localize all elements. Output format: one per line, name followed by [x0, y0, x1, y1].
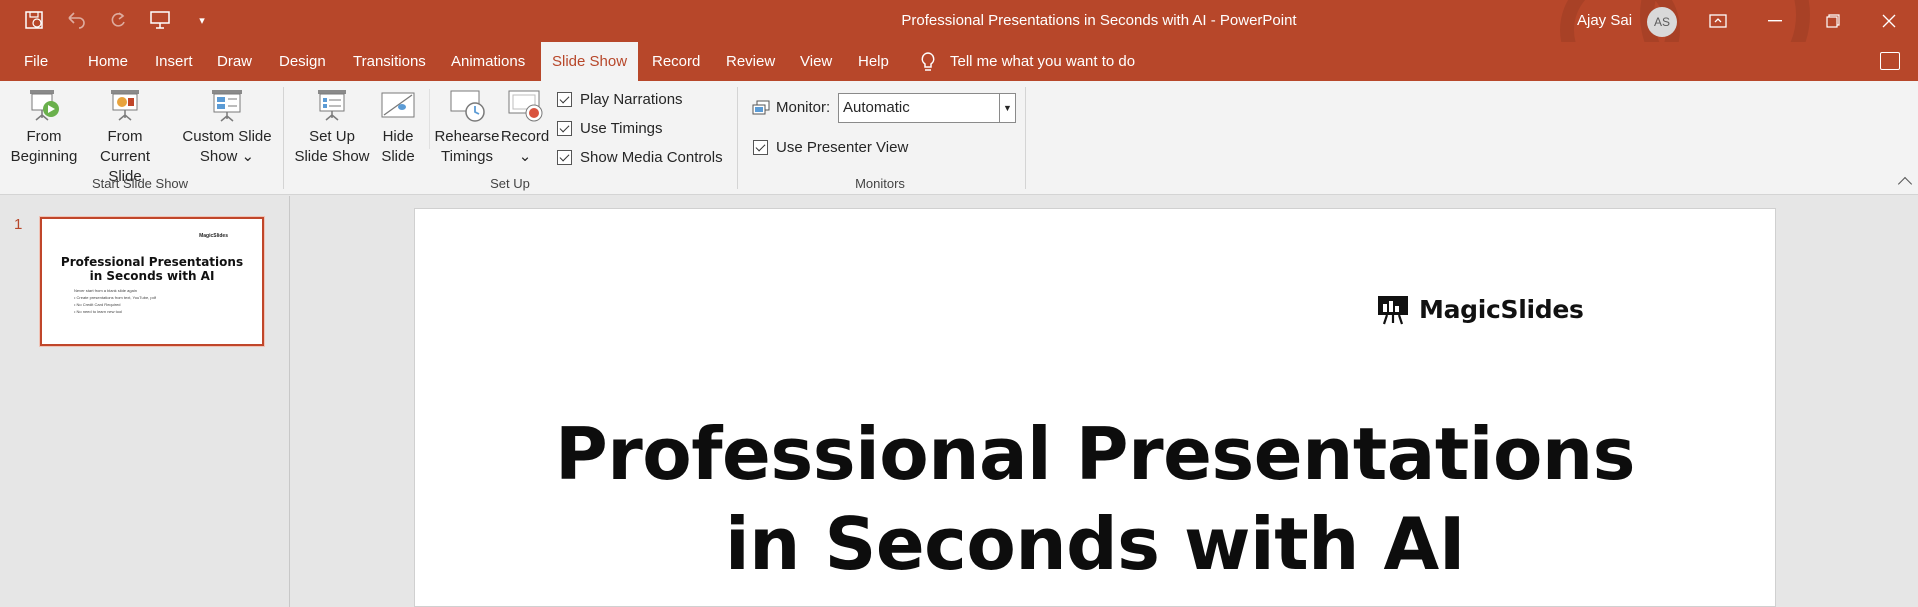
tell-me-search[interactable]: Tell me what you want to do — [920, 42, 1135, 81]
set-up-slide-show-icon — [314, 87, 350, 123]
group-separator — [283, 87, 284, 189]
custom-show-label-2: Show ⌄ — [199, 148, 255, 165]
close-icon[interactable] — [1866, 0, 1912, 42]
rehearse-timings-icon — [449, 87, 485, 123]
set-up-slide-show-button[interactable]: Set Up Slide Show — [292, 87, 372, 167]
slide-thumbnails-pane: 1 MagicSlides Professional Presentations… — [0, 196, 290, 607]
tab-record[interactable]: Record — [641, 42, 711, 81]
comments-icon[interactable] — [1880, 52, 1900, 70]
from-current-label-1: From — [107, 128, 143, 145]
monitor-value: Automatic — [843, 99, 910, 116]
thumbnail-title-line: in Seconds with AI — [89, 269, 215, 283]
use-timings-checkbox[interactable]: Use Timings — [557, 120, 663, 137]
from-beginning-button[interactable]: From Beginning — [8, 87, 80, 167]
tab-draw[interactable]: Draw — [206, 42, 263, 81]
slide-thumbnail[interactable]: MagicSlides Professional Presentations i… — [40, 217, 264, 346]
from-beginning-label-2: Beginning — [10, 148, 78, 165]
custom-show-label-1: Custom Slide — [182, 128, 272, 145]
magicslides-logo: MagicSlides — [1377, 293, 1584, 325]
slide-canvas[interactable]: MagicSlides Professional Presentations i… — [414, 208, 1776, 607]
checkbox-checked[interactable] — [557, 92, 572, 107]
setup-label-1: Set Up — [309, 128, 355, 145]
tab-help[interactable]: Help — [847, 42, 900, 81]
user-name[interactable]: Ajay Sai — [1577, 12, 1632, 29]
lightbulb-icon — [921, 51, 935, 71]
inner-separator — [429, 89, 430, 149]
record-label-2: ⌄ — [518, 148, 532, 165]
minimize-icon[interactable] — [1752, 0, 1798, 42]
thumbnail-bullet: • Create presentations from text, YouTub… — [74, 295, 156, 300]
group-separator — [737, 87, 738, 189]
rehearse-label-2: Timings — [441, 148, 493, 165]
chevron-down-icon[interactable]: ▼ — [999, 94, 1015, 122]
thumbnail-logo: MagicSlides — [199, 233, 228, 239]
rehearse-label-1: Rehearse — [434, 128, 500, 145]
slide-title-line-2: in Seconds with AI — [724, 502, 1466, 586]
use-timings-label: Use Timings — [580, 120, 663, 137]
tab-design[interactable]: Design — [268, 42, 337, 81]
presenter-view-label: Use Presenter View — [776, 139, 909, 156]
custom-slide-show-button[interactable]: Custom Slide Show ⌄ — [180, 87, 274, 167]
slide-number: 1 — [14, 216, 23, 233]
custom-slide-show-icon — [209, 87, 245, 123]
magicslides-logo-icon — [1377, 293, 1409, 325]
setup-label-2: Slide Show — [294, 148, 370, 165]
ribbon-display-options-icon[interactable] — [1695, 0, 1741, 42]
tab-animations[interactable]: Animations — [440, 42, 536, 81]
avatar[interactable]: AS — [1647, 7, 1677, 37]
monitor-icon — [752, 100, 770, 114]
collapse-ribbon-icon[interactable] — [1897, 176, 1913, 192]
hide-slide-button[interactable]: Hide Slide — [376, 87, 420, 167]
ribbon-panel: From Beginning From Current Slide Custom… — [0, 81, 1918, 195]
record-icon — [507, 87, 543, 123]
thumbnail-title-line: Professional Presentations — [60, 255, 244, 269]
magicslides-logo-text: MagicSlides — [1419, 294, 1584, 324]
from-current-slide-button[interactable]: From Current Slide — [82, 87, 168, 187]
group-label-start-slide-show: Start Slide Show — [91, 176, 189, 191]
thumbnail-body: Never start from a blank slide again • C… — [74, 287, 156, 315]
monitor-label: Monitor: — [776, 99, 831, 116]
group-label-monitors: Monitors — [855, 176, 905, 191]
monitor-select[interactable]: Automatic ▼ — [838, 93, 1016, 123]
play-narrations-checkbox[interactable]: Play Narrations — [557, 91, 683, 108]
checkbox-checked[interactable] — [557, 121, 572, 136]
show-media-controls-label: Show Media Controls — [580, 149, 723, 166]
from-current-slide-icon — [107, 87, 143, 123]
thumbnail-bullet: Never start from a blank slide again — [74, 288, 137, 293]
from-beginning-icon — [26, 87, 62, 123]
checkbox-checked[interactable] — [557, 150, 572, 165]
thumbnail-bullet: • No Credit Card Required — [74, 302, 121, 307]
tab-home[interactable]: Home — [77, 42, 139, 81]
group-separator — [1025, 87, 1026, 189]
play-narrations-label: Play Narrations — [580, 91, 683, 108]
show-media-controls-checkbox[interactable]: Show Media Controls — [557, 149, 723, 166]
tab-review[interactable]: Review — [715, 42, 786, 81]
thumbnail-title: Professional Presentations in Seconds wi… — [42, 255, 262, 283]
slide-title-line-1: Professional Presentations — [554, 412, 1636, 496]
ribbon-tabs: File Home Insert Draw Design Transitions… — [0, 42, 1918, 81]
hide-slide-icon — [380, 87, 416, 123]
restore-icon[interactable] — [1810, 0, 1856, 42]
hide-slide-label-1: Hide — [382, 128, 414, 145]
checkbox-checked[interactable] — [753, 140, 768, 155]
use-presenter-view-checkbox[interactable]: Use Presenter View — [753, 139, 908, 156]
hide-slide-label-2: Slide — [381, 148, 415, 165]
thumbnail-bullet: • No need to learn new tool — [74, 309, 123, 314]
slide-title[interactable]: Professional Presentations in Seconds wi… — [415, 409, 1775, 589]
group-label-set-up: Set Up — [490, 176, 530, 191]
record-label-1: Record — [500, 128, 550, 145]
rehearse-timings-button[interactable]: Rehearse Timings — [434, 87, 500, 167]
tab-slide-show[interactable]: Slide Show — [541, 42, 639, 81]
tab-insert[interactable]: Insert — [144, 42, 204, 81]
title-bar: ▾ Professional Presentations in Seconds … — [0, 0, 1918, 42]
tell-me-label: Tell me what you want to do — [950, 53, 1136, 70]
monitor-label-wrap: Monitor: — [752, 99, 830, 116]
tab-transitions[interactable]: Transitions — [342, 42, 437, 81]
tab-view[interactable]: View — [789, 42, 843, 81]
record-button[interactable]: Record ⌄ — [500, 87, 550, 167]
from-beginning-label-1: From — [26, 128, 62, 145]
tab-file[interactable]: File — [13, 42, 59, 81]
